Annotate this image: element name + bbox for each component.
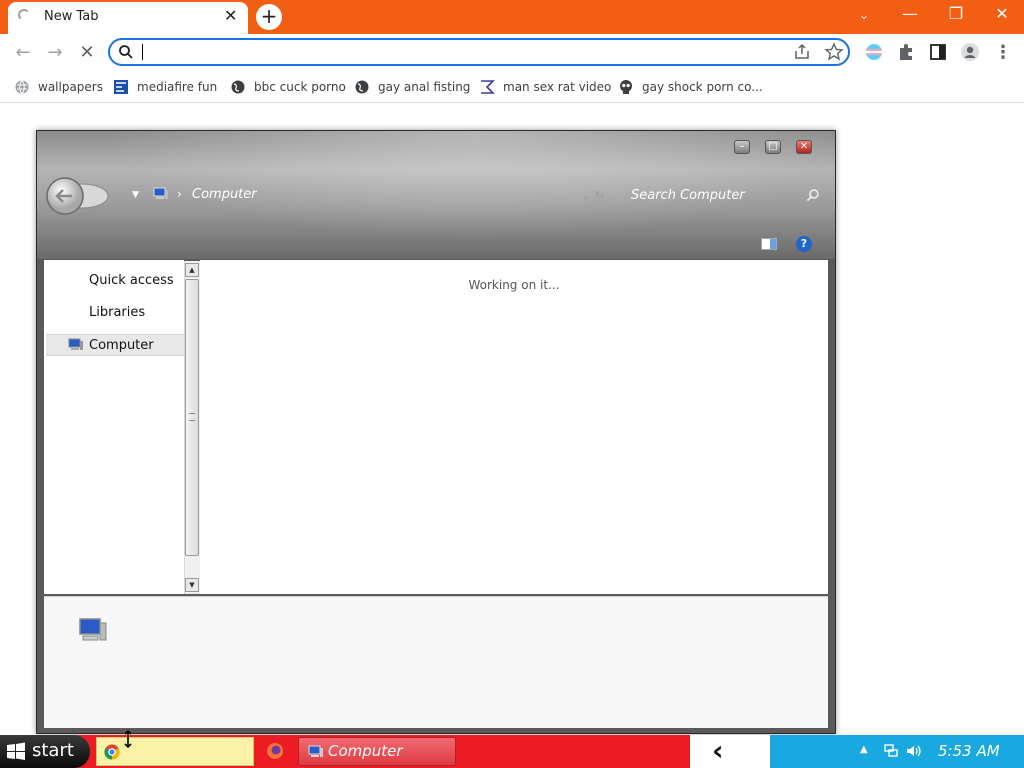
taskbar-decoration (690, 735, 770, 768)
stop-loading-icon[interactable]: ✕ (76, 42, 98, 63)
nav-item-computer[interactable]: Computer (46, 334, 184, 356)
search-icon (119, 45, 133, 59)
bookmark-label: bbc cuck porno (254, 80, 346, 94)
back-orb-icon[interactable] (44, 176, 110, 216)
nav-item-quick-access[interactable]: Quick access (44, 270, 184, 292)
status-text: Working on it... (468, 278, 560, 292)
volume-icon[interactable] (906, 744, 922, 758)
nav-item-label: Libraries (89, 305, 146, 320)
taskbar-computer-label: Computer (328, 742, 403, 760)
side-panel-icon[interactable] (928, 42, 948, 62)
computer-icon (308, 745, 323, 757)
text-caret (142, 44, 143, 60)
nav-item-label: Computer (89, 338, 154, 353)
breadcrumb-chevron-icon[interactable]: › (177, 187, 182, 201)
explorer-close-button[interactable]: ✕ (796, 140, 812, 154)
browser-menu-icon[interactable]: ⋮ (992, 42, 1014, 63)
tray-expand-icon[interactable]: ▲ (860, 744, 868, 755)
bookmark-label: man sex rat video (503, 80, 612, 94)
scroll-grip (189, 413, 195, 421)
chrome-icon (104, 744, 120, 760)
new-tab-button[interactable]: + (256, 4, 282, 30)
profile-flag-icon[interactable] (864, 42, 884, 62)
recent-locations-chevron-icon[interactable]: ▼ (132, 190, 139, 200)
search-input[interactable]: Search Computer (631, 188, 745, 203)
mediafire-icon (114, 80, 128, 94)
bookmark-item[interactable]: mediafire fun (113, 78, 217, 96)
windows-flag-icon (7, 742, 25, 760)
clock: 5:53 AM (938, 742, 1000, 760)
extensions-puzzle-icon[interactable] (896, 42, 916, 62)
bookmark-item[interactable]: man sex rat video (479, 78, 611, 96)
resize-cursor-icon (124, 730, 132, 748)
details-pane (44, 596, 828, 728)
tab-close-icon[interactable]: ✕ (224, 6, 237, 25)
bookmark-item[interactable]: gay anal fisting (354, 78, 470, 96)
minimize-window-button[interactable]: — (896, 4, 924, 23)
nav-item-label: Quick access (89, 273, 174, 288)
restore-window-button[interactable]: ❐ (942, 4, 970, 23)
tab-search-chevron-icon[interactable]: ⌄ (850, 8, 878, 22)
bookmark-label: gay anal fisting (378, 80, 471, 94)
computer-icon (153, 187, 168, 199)
breadcrumb[interactable]: Computer (192, 187, 257, 202)
bookmark-item[interactable]: gay shock porn co... (618, 78, 763, 96)
address-input[interactable] (140, 41, 770, 63)
refresh-icon[interactable]: ⌄ ↻ (582, 189, 604, 202)
globe-icon (231, 80, 245, 94)
loading-spinner-icon (18, 9, 30, 21)
computer-icon (68, 338, 83, 350)
bookmark-item[interactable]: bbc cuck porno (230, 78, 346, 96)
preview-pane-icon[interactable] (761, 238, 777, 250)
start-label[interactable]: start (32, 740, 74, 761)
bookmark-label: gay shock porn co... (642, 80, 763, 94)
close-window-button[interactable]: ✕ (988, 4, 1016, 23)
bookmark-label: wallpapers (38, 80, 103, 94)
sigma-icon (481, 80, 495, 94)
help-icon[interactable]: ? (796, 236, 812, 252)
explorer-minimize-button[interactable]: – (734, 140, 750, 154)
content-pane (200, 260, 828, 594)
bookmark-item[interactable]: wallpapers (14, 78, 103, 96)
nav-item-libraries[interactable]: Libraries (44, 302, 184, 324)
network-icon[interactable] (884, 744, 898, 758)
forward-arrow-icon[interactable]: → (44, 42, 66, 63)
firefox-icon[interactable] (266, 742, 284, 760)
scroll-up-button[interactable]: ▲ (185, 263, 199, 277)
taskbar-decoration-glyph: ‹ (712, 734, 724, 767)
bookmark-star-icon[interactable] (824, 42, 844, 62)
account-avatar-icon[interactable] (960, 42, 980, 62)
scroll-down-button[interactable]: ▼ (185, 578, 199, 592)
share-icon[interactable] (792, 42, 812, 62)
skull-icon (620, 80, 632, 94)
globe-icon (15, 80, 29, 94)
back-arrow-icon[interactable]: ← (12, 42, 34, 63)
computer-icon (79, 618, 107, 641)
globe-icon (355, 80, 369, 94)
search-icon[interactable] (806, 188, 820, 202)
tab-title: New Tab (44, 9, 99, 24)
explorer-maximize-button[interactable]: □ (765, 140, 781, 154)
bookmark-label: mediafire fun (137, 80, 218, 94)
